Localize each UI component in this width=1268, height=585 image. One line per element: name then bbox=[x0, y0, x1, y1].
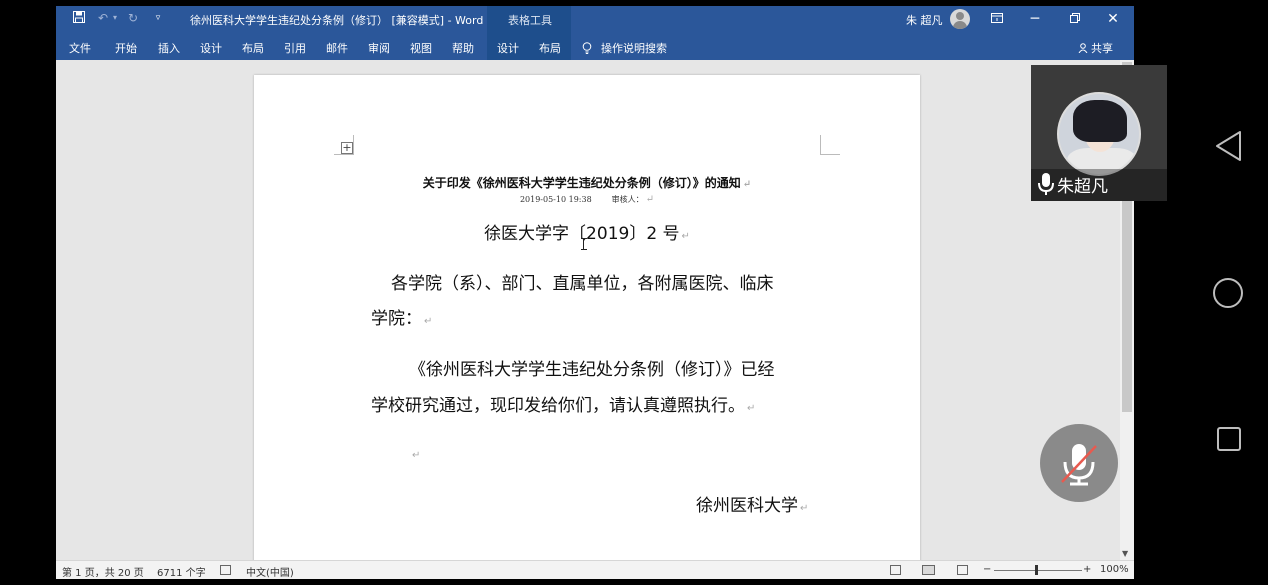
participant-avatar bbox=[1057, 92, 1141, 176]
redo-icon[interactable]: ↻ bbox=[126, 11, 140, 25]
recent-apps-icon[interactable] bbox=[1217, 427, 1241, 451]
addressee-line-2[interactable]: 学院： ↵ bbox=[371, 304, 432, 329]
addressee-line-1[interactable]: 各学院（系）、部门、直属单位，各附属医院、临床 bbox=[391, 269, 774, 294]
tab-insert[interactable]: 插入 bbox=[158, 40, 180, 56]
title-bar: ↶ ▾ ↻ ▿ 徐州医科大学学生违纪处分条例（修订） [兼容模式] - Word… bbox=[56, 6, 1134, 32]
proofing-icon[interactable] bbox=[220, 565, 231, 575]
notice-meta[interactable]: 2019-05-10 19:38 审核人： ↵ bbox=[254, 194, 920, 205]
text-cursor-icon bbox=[581, 238, 587, 250]
zoom-out-button[interactable]: − bbox=[983, 564, 991, 575]
tab-references[interactable]: 引用 bbox=[284, 40, 306, 56]
user-name[interactable]: 朱 超凡 bbox=[906, 12, 943, 28]
zoom-level[interactable]: 100% bbox=[1100, 564, 1129, 575]
ribbon-tabs: 文件 开始 插入 设计 布局 引用 邮件 审阅 视图 帮助 设计 布局 操作说明… bbox=[56, 32, 1134, 60]
word-window: ↶ ▾ ↻ ▿ 徐州医科大学学生违纪处分条例（修订） [兼容模式] - Word… bbox=[56, 6, 1134, 579]
undo-dropdown-icon[interactable]: ▾ bbox=[108, 11, 122, 25]
avatar[interactable] bbox=[950, 9, 970, 29]
video-participant-tile[interactable]: 朱超凡 bbox=[1031, 65, 1167, 201]
web-layout-icon[interactable] bbox=[957, 565, 968, 575]
read-mode-icon[interactable] bbox=[890, 565, 901, 575]
scroll-down-icon[interactable]: ▼ bbox=[1122, 549, 1128, 558]
lightbulb-icon bbox=[582, 42, 592, 54]
participant-name: 朱超凡 bbox=[1057, 177, 1108, 197]
table-move-handle-icon[interactable]: + bbox=[341, 142, 353, 154]
print-layout-icon[interactable] bbox=[922, 565, 935, 575]
back-icon[interactable] bbox=[1214, 130, 1244, 162]
microphone-icon bbox=[1038, 173, 1054, 195]
restore-icon[interactable] bbox=[1056, 6, 1094, 32]
mute-button[interactable] bbox=[1040, 424, 1118, 502]
tell-me-label: 操作说明搜索 bbox=[601, 42, 667, 55]
status-bar: 第 1 页，共 20 页 6711 个字 中文(中国) − + 100% bbox=[56, 560, 1134, 579]
document-area[interactable]: + 关于印发《徐州医科大学学生违纪处分条例（修订）》的通知 ↵ 2019-05-1… bbox=[56, 60, 1120, 560]
tab-table-design[interactable]: 设计 bbox=[497, 40, 519, 56]
ribbon-display-options-icon[interactable] bbox=[978, 6, 1016, 32]
person-icon bbox=[1078, 43, 1088, 54]
home-icon[interactable] bbox=[1213, 278, 1243, 308]
notice-title[interactable]: 关于印发《徐州医科大学学生违纪处分条例（修订）》的通知 ↵ bbox=[254, 174, 920, 191]
document-number[interactable]: 徐医大学字〔2019〕2 号 ↵ bbox=[254, 219, 920, 244]
signature[interactable]: 徐州医科大学 ↵ bbox=[696, 491, 808, 516]
tab-table-layout[interactable]: 布局 bbox=[539, 40, 561, 56]
mic-off-icon bbox=[1061, 444, 1097, 486]
document-page[interactable]: + 关于印发《徐州医科大学学生违纪处分条例（修订）》的通知 ↵ 2019-05-1… bbox=[254, 75, 920, 560]
word-count[interactable]: 6711 个字 bbox=[157, 564, 206, 579]
screen: ↶ ▾ ↻ ▿ 徐州医科大学学生违纪处分条例（修订） [兼容模式] - Word… bbox=[0, 0, 1268, 585]
zoom-slider-thumb[interactable] bbox=[1035, 565, 1038, 575]
context-tab-group-label: 表格工具 bbox=[508, 14, 552, 27]
tab-file[interactable]: 文件 bbox=[69, 40, 91, 56]
tab-layout[interactable]: 布局 bbox=[242, 40, 264, 56]
empty-paragraph[interactable]: ↵ bbox=[410, 443, 420, 463]
share-button[interactable]: 共享 bbox=[1078, 40, 1113, 56]
tab-home[interactable]: 开始 bbox=[115, 40, 137, 56]
customize-toolbar-icon[interactable]: ▿ bbox=[151, 11, 165, 25]
minimize-icon[interactable]: ─ bbox=[1016, 6, 1054, 32]
tab-design[interactable]: 设计 bbox=[200, 40, 222, 56]
zoom-in-button[interactable]: + bbox=[1083, 564, 1091, 575]
zoom-slider[interactable] bbox=[994, 570, 1082, 571]
save-icon[interactable] bbox=[72, 11, 86, 25]
tab-review[interactable]: 审阅 bbox=[368, 40, 390, 56]
body-line-2[interactable]: 学校研究通过，现印发给你们，请认真遵照执行。 ↵ bbox=[371, 391, 755, 416]
page-counter[interactable]: 第 1 页，共 20 页 bbox=[62, 564, 144, 579]
window-title: 徐州医科大学学生违纪处分条例（修订） [兼容模式] - Word bbox=[190, 14, 484, 27]
close-icon[interactable]: ✕ bbox=[1094, 6, 1132, 32]
tab-mailings[interactable]: 邮件 bbox=[326, 40, 348, 56]
margin-marker-top-right bbox=[820, 135, 840, 155]
tab-view[interactable]: 视图 bbox=[410, 40, 432, 56]
body-line-1[interactable]: 《徐州医科大学学生违纪处分条例（修订）》已经 bbox=[409, 355, 775, 380]
tab-help[interactable]: 帮助 bbox=[452, 40, 474, 56]
share-label: 共享 bbox=[1091, 42, 1113, 55]
language[interactable]: 中文(中国) bbox=[246, 564, 294, 579]
tell-me-search[interactable]: 操作说明搜索 bbox=[582, 40, 667, 56]
